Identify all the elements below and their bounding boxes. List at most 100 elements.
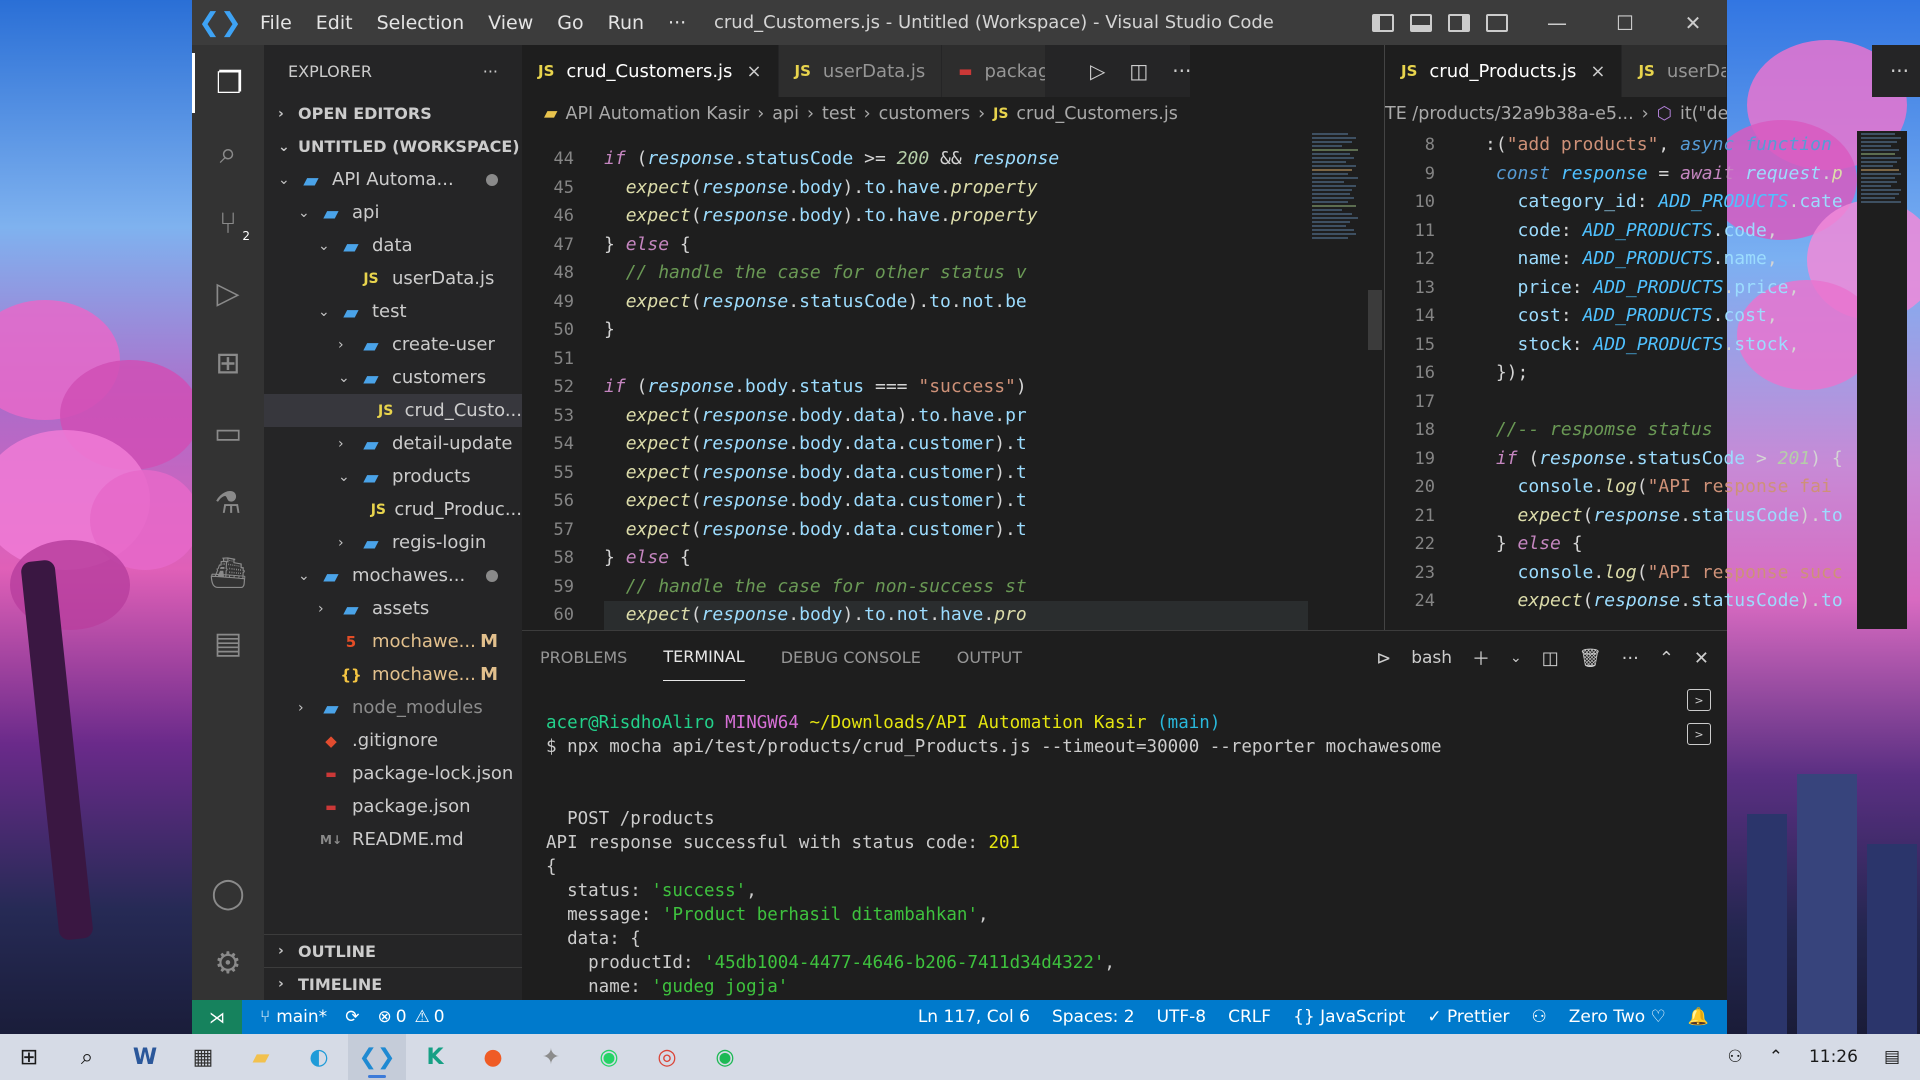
robot-icon[interactable]: ✦: [522, 1034, 580, 1080]
tab-userdata[interactable]: JS userData.js: [778, 45, 943, 97]
new-terminal-icon[interactable]: ＋: [1472, 645, 1490, 671]
chrome-icon[interactable]: ◎: [638, 1034, 696, 1080]
menu-selection[interactable]: Selection: [365, 12, 477, 34]
terminal-instance-icon[interactable]: >: [1687, 723, 1711, 745]
close-icon[interactable]: ×: [746, 61, 761, 82]
tree-item[interactable]: › ▰ detail-update: [264, 427, 522, 460]
git-branch[interactable]: main*: [276, 1007, 327, 1027]
kotlin-icon[interactable]: K: [406, 1034, 464, 1080]
menu-more[interactable]: ···: [656, 12, 698, 34]
customize-layout-icon[interactable]: [1486, 13, 1508, 32]
run-icon[interactable]: ▷: [1090, 59, 1105, 83]
tab-package[interactable]: ▬ packag: [942, 45, 1047, 97]
breadcrumb-item[interactable]: crud_Customers.js: [1016, 104, 1177, 124]
tree-item[interactable]: › ▰ assets: [264, 592, 522, 625]
notebook-icon[interactable]: ▤: [192, 613, 264, 673]
tree-item[interactable]: M↓ README.md: [264, 823, 522, 856]
tree-item[interactable]: ◆ .gitignore: [264, 724, 522, 757]
tree-item[interactable]: ⌄ ▰ data: [264, 229, 522, 262]
indentation[interactable]: Spaces: 2: [1052, 1007, 1135, 1027]
tree-item[interactable]: ⌄ ▰ api: [264, 196, 522, 229]
file-explorer-icon[interactable]: ▰: [232, 1034, 290, 1080]
terminal-instance-icon[interactable]: >: [1687, 689, 1711, 711]
explorer-icon[interactable]: ❐: [192, 53, 264, 113]
trash-icon[interactable]: 🗑: [1579, 648, 1602, 669]
breadcrumb-item[interactable]: test: [822, 104, 856, 124]
prettier-status[interactable]: ✓ Prettier: [1427, 1007, 1509, 1027]
spotify-icon[interactable]: ◉: [696, 1034, 754, 1080]
tab-terminal[interactable]: TERMINAL: [663, 633, 745, 681]
cursor-position[interactable]: Ln 117, Col 6: [918, 1007, 1030, 1027]
menu-go[interactable]: Go: [545, 12, 595, 34]
profile-status[interactable]: Zero Two ♡: [1569, 1007, 1666, 1027]
tree-item[interactable]: ⌄ ▰ API Automa...: [264, 163, 522, 196]
menu-edit[interactable]: Edit: [304, 12, 365, 34]
live-share-icon[interactable]: ⚇: [1532, 1007, 1547, 1027]
tree-item[interactable]: › ▰ regis-login: [264, 526, 522, 559]
word-icon[interactable]: W: [116, 1034, 174, 1080]
tab-problems[interactable]: PROBLEMS: [540, 634, 627, 681]
menu-view[interactable]: View: [476, 12, 545, 34]
tab-crud-customers[interactable]: JS crud_Customers.js ×: [522, 45, 779, 97]
remote-indicator-icon[interactable]: ⋊: [192, 1000, 242, 1034]
menu-run[interactable]: Run: [596, 12, 656, 34]
close-window-icon[interactable]: ✕: [1659, 11, 1727, 35]
edge-icon[interactable]: ◐: [290, 1034, 348, 1080]
notifications-bell-icon[interactable]: 🔔: [1688, 1007, 1709, 1027]
editor1-scrollbar-thumb[interactable]: [1368, 290, 1382, 350]
terminal-output[interactable]: acer@RisdhoAliro MINGW64 ~/Downloads/API…: [546, 711, 1442, 999]
tree-item[interactable]: ⌄ ▰ customers: [264, 361, 522, 394]
maximize-panel-icon[interactable]: ⌃: [1659, 648, 1674, 669]
warning-count[interactable]: 0: [434, 1007, 445, 1027]
breadcrumb-item[interactable]: API Automation Kasir: [565, 104, 749, 124]
extensions-icon[interactable]: ⊞: [192, 333, 264, 393]
toggle-sidebar-icon[interactable]: [1372, 13, 1394, 32]
outline-section[interactable]: › OUTLINE: [264, 934, 522, 967]
code-editor2[interactable]: :("add products", async function const r…: [1485, 131, 1857, 616]
tree-item[interactable]: 5 mochawe... M: [264, 625, 522, 658]
tree-item[interactable]: ⌄ ▰ test: [264, 295, 522, 328]
open-editors-section[interactable]: › OPEN EDITORS: [264, 97, 522, 130]
remote-explorer-icon[interactable]: ▭: [192, 403, 264, 463]
tree-item[interactable]: JS crud_Produc...: [264, 493, 522, 526]
tree-item[interactable]: › ▰ node_modules: [264, 691, 522, 724]
sync-icon[interactable]: ⟳: [345, 1007, 359, 1027]
tree-item[interactable]: ⌄ ▰ mochawes...: [264, 559, 522, 592]
minimize-icon[interactable]: —: [1523, 11, 1591, 35]
workspace-section[interactable]: ⌄ UNTITLED (WORKSPACE): [264, 130, 522, 163]
tab-output[interactable]: OUTPUT: [957, 634, 1022, 681]
tab-userdata-2[interactable]: JS userData.js: [1622, 45, 1727, 97]
maximize-icon[interactable]: ☐: [1591, 11, 1659, 35]
breadcrumb-item[interactable]: TE /products/32a9b38a-e5...: [1385, 104, 1634, 124]
run-debug-icon[interactable]: ▷: [192, 263, 264, 323]
tree-item[interactable]: › ▰ create-user: [264, 328, 522, 361]
split-terminal-icon[interactable]: ◫: [1542, 648, 1559, 669]
settings-gear-icon[interactable]: ⚙: [192, 933, 264, 993]
toggle-secondary-sidebar-icon[interactable]: [1448, 13, 1470, 32]
chevron-down-icon[interactable]: ⌄: [1510, 650, 1522, 666]
split-editor-icon[interactable]: ◫: [1129, 59, 1148, 83]
search-icon[interactable]: ⌕: [192, 123, 264, 183]
search-icon[interactable]: ⌕: [58, 1034, 116, 1080]
tree-item[interactable]: JS crud_Custo...: [264, 394, 522, 427]
account-icon[interactable]: ◯: [192, 863, 264, 923]
people-icon[interactable]: ⚇: [1727, 1047, 1742, 1067]
testing-icon[interactable]: ⚗: [192, 473, 264, 533]
tab-debug-console[interactable]: DEBUG CONSOLE: [781, 634, 921, 681]
language-mode[interactable]: {} JavaScript: [1293, 1007, 1405, 1027]
calendar-icon[interactable]: ▦: [174, 1034, 232, 1080]
show-hidden-icons-chevron-up-icon[interactable]: ⌃: [1769, 1047, 1783, 1067]
vscode-taskbar-icon[interactable]: ❮❯: [348, 1034, 406, 1080]
close-panel-icon[interactable]: ✕: [1694, 648, 1709, 669]
timeline-section[interactable]: › TIMELINE: [264, 967, 522, 1000]
minimap-editor2[interactable]: [1857, 131, 1907, 629]
action-center-icon[interactable]: ▤: [1884, 1047, 1900, 1067]
toggle-panel-icon[interactable]: [1410, 13, 1432, 32]
error-count[interactable]: 0: [396, 1007, 407, 1027]
menu-file[interactable]: File: [248, 12, 304, 34]
tab-crud-products[interactable]: JS crud_Products.js ×: [1385, 45, 1623, 97]
minimap-editor1[interactable]: [1308, 131, 1366, 629]
terminal-shell-label[interactable]: bash: [1411, 648, 1452, 668]
code-editor1[interactable]: if (response.statusCode >= 200 && respon…: [604, 145, 1308, 630]
docker-icon[interactable]: ⛴: [192, 543, 264, 603]
